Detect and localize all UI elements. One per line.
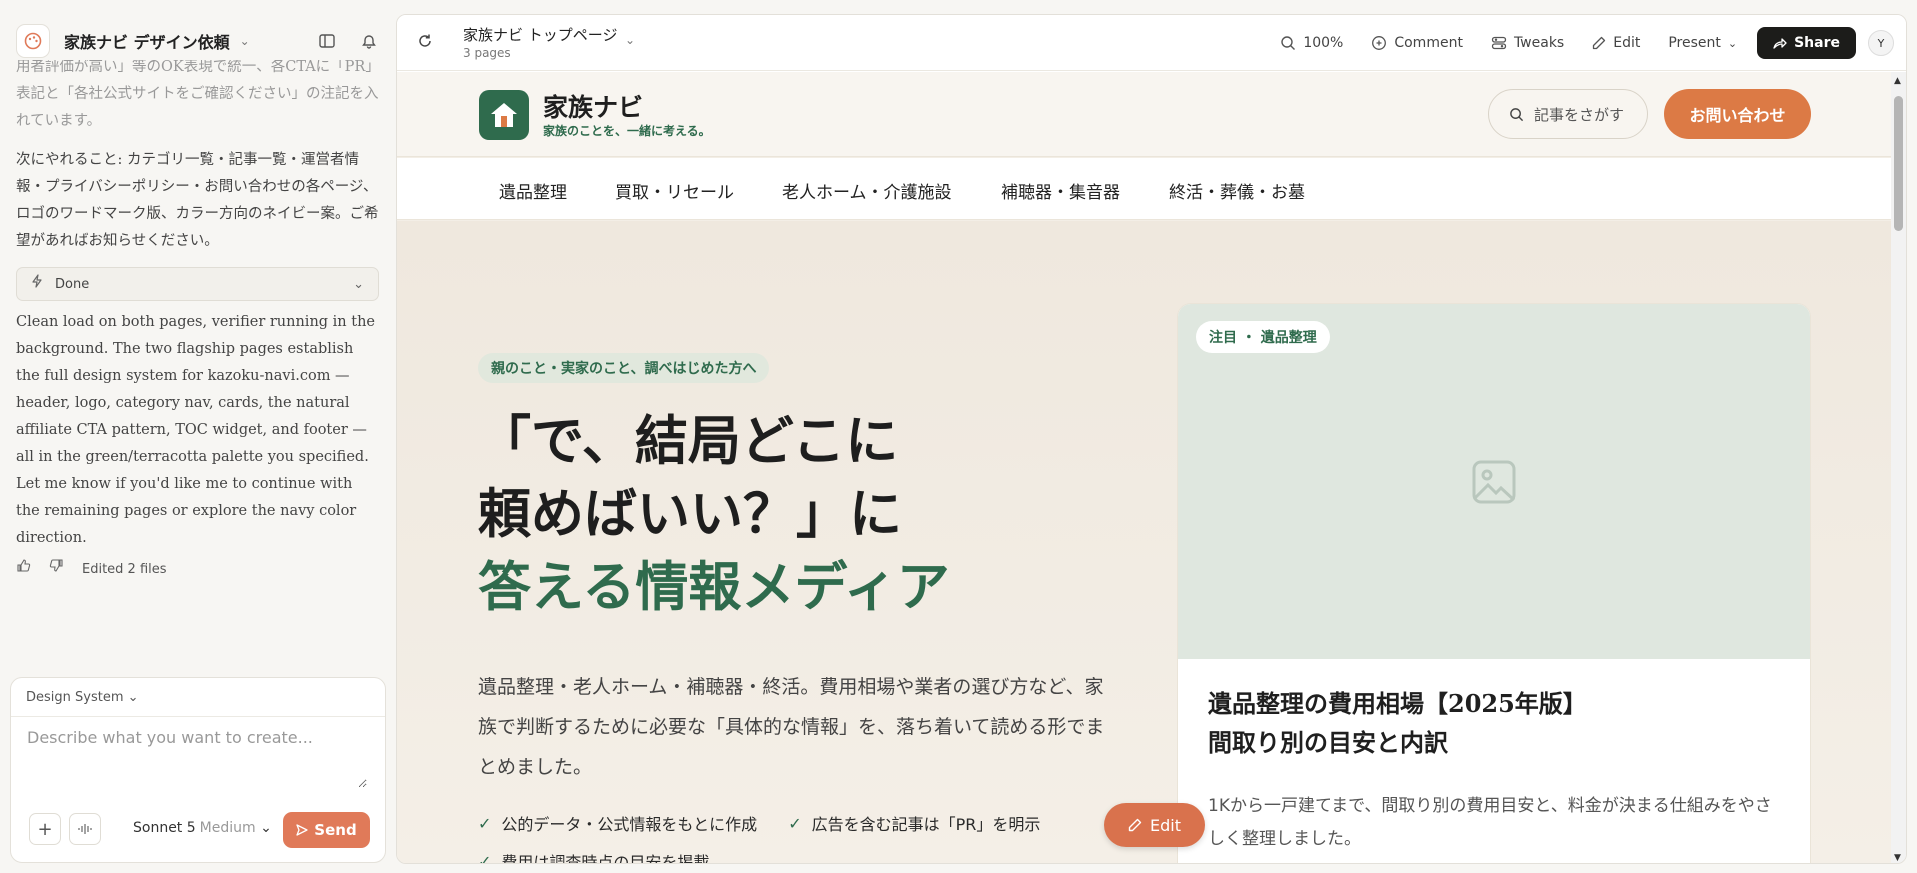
home-logo-icon[interactable] [479,90,529,140]
page-count: 3 pages [463,46,511,60]
composer: Design System ⌄ + Sonnet 5Medium ⌄ Send [10,677,386,863]
category-item[interactable]: 終活・葬儀・お墓 [1169,178,1305,203]
pencil-icon [1593,36,1606,50]
hero-section: 親のこと・実家のこと、調べはじめた方へ 「で、結局どこに 頼めばいい？」に 答え… [397,221,1893,864]
category-item[interactable]: 補聴器・集音器 [1001,178,1120,203]
featured-article-card[interactable]: 注目 ・ 遺品整理 遺品整理の費用相場【2025年版】 間取り別の目安と内訳 1… [1177,303,1811,863]
project-title[interactable]: 家族ナビ デザイン依頼 [64,29,230,53]
bolt-icon [31,271,43,298]
site-header: 家族ナビ 家族のことを、一緒に考える。 記事をさがす お問い合わせ [397,72,1893,157]
scroll-up-arrow-icon[interactable]: ▲ [1894,76,1901,86]
chat-message: 用者評価が高い」等のOK表現で統一、各CTAに「PR」表記と「各社公式サイトをご… [16,60,379,129]
sidebar-toggle-icon[interactable] [317,31,337,51]
search-icon [1510,107,1524,121]
hero-heading: 「で、結局どこに 頼めばいい？」に 答える情報メディア [478,410,950,618]
pencil-icon [1128,818,1142,832]
model-selector[interactable]: Sonnet 5 Medium ⌄ [133,820,272,836]
zoom-button[interactable]: 100% [1280,35,1343,51]
chat-history[interactable]: 用者評価が高い」等のOK表現で統一、各CTAに「PR」表記と「各社公式サイトをご… [16,60,379,620]
share-icon [1773,38,1787,49]
chat-message: 次にやれること: カテゴリ一覧・記事一覧・運営者情報・プライバシーポリシー・お問… [16,152,379,249]
site-logo-name[interactable]: 家族ナビ [543,88,643,124]
contact-button[interactable]: お問い合わせ [1664,89,1811,139]
add-attachment-button[interactable]: + [29,813,61,845]
chevron-down-icon[interactable]: ⌄ [625,33,635,47]
site-search-button[interactable]: 記事をさがす [1488,89,1648,139]
trust-checklist: ✓ 公的データ・公式情報をもとに作成 ✓ 広告を含む記事は「PR」を明示 ✓ 費用は調… [478,811,1098,864]
scrollbar-thumb[interactable] [1894,96,1903,231]
site-tagline: 家族のことを、一緒に考える。 [543,124,711,138]
share-button[interactable]: Share [1757,27,1856,59]
page-title[interactable]: 家族ナビ トップページ [463,24,617,45]
check-icon: ✓ [788,813,802,833]
check-item: ✓ 広告を含む記事は「PR」を明示 [788,813,1041,835]
tweaks-button[interactable]: Tweaks [1491,35,1564,51]
voice-input-button[interactable] [69,813,101,845]
chevron-down-icon[interactable]: ⌄ [240,34,250,48]
check-item: ✓ 費用は調査時点の目安を掲載 [478,849,709,864]
done-label: Done [55,276,90,292]
done-status-toggle[interactable]: Done ⌄ [16,267,379,301]
category-item[interactable]: 遺品整理 [499,178,567,203]
reload-icon[interactable] [417,33,433,53]
category-item[interactable]: 買取・リセール [615,178,734,203]
waveform-icon [78,824,92,834]
floating-edit-button[interactable]: Edit [1104,803,1205,847]
image-icon [1472,460,1516,503]
notification-icon[interactable] [359,31,379,51]
hero-lead: 遺品整理・老人ホーム・補聴器・終活。費用相場や業者の選び方など、家族で判断するた… [478,676,1105,778]
design-system-selector[interactable]: Design System ⌄ [26,690,139,705]
article-description: 1Kから一戸建てまで、間取り別の費用目安と、料金が決まる仕組みをやさしく整理しま… [1208,796,1772,849]
chat-message: Clean load on both pages, verifier runni… [16,314,376,546]
project-header: 家族ナビ デザイン依頼 ⌄ [16,24,379,58]
chevron-down-icon: ⌄ [353,276,364,292]
chat-panel: 家族ナビ デザイン依頼 ⌄ 用者評価が高い」等のOK表現で統一、各CTAに「PR… [0,0,395,873]
avatar[interactable]: Y [1868,30,1894,56]
thumbs-up-icon[interactable] [16,556,31,583]
site-preview[interactable]: 家族ナビ 家族のことを、一緒に考える。 記事をさがす お問い合わせ 遺品整理 買… [397,72,1893,864]
preview-toolbar: 家族ナビ トップページ 3 pages ⌄ 100% Comment Tweak… [397,15,1906,71]
thumbs-down-icon[interactable] [49,556,64,583]
check-icon: ✓ [478,851,492,864]
tweaks-icon [1491,36,1507,50]
edit-button[interactable]: Edit [1592,35,1640,51]
edited-files-link[interactable]: Edited 2 files [82,556,167,583]
prompt-input[interactable] [27,728,367,788]
present-button[interactable]: Present ⌄ [1668,35,1737,51]
preview-canvas: 家族ナビ トップページ 3 pages ⌄ 100% Comment Tweak… [396,14,1907,864]
send-button[interactable]: Send [283,812,370,848]
check-icon: ✓ [478,813,492,833]
article-image-placeholder [1178,304,1810,659]
article-title[interactable]: 遺品整理の費用相場【2025年版】 間取り別の目安と内訳 [1208,684,1587,762]
hero-eyebrow: 親のこと・実家のこと、調べはじめた方へ [478,353,770,383]
comment-button[interactable]: Comment [1371,35,1463,51]
comment-icon [1372,36,1387,50]
chevron-down-icon: ⌄ [1727,36,1738,50]
message-feedback: Edited 2 files [16,556,379,583]
category-item[interactable]: 老人ホーム・介護施設 [782,178,952,203]
send-icon [296,824,308,836]
scroll-down-arrow-icon[interactable]: ▼ [1894,853,1901,863]
search-icon [1281,36,1296,50]
article-badge: 注目 ・ 遺品整理 [1196,321,1330,353]
preview-scrollbar[interactable]: ▲ ▼ [1891,72,1906,863]
category-nav: 遺品整理 買取・リセール 老人ホーム・介護施設 補聴器・集音器 終活・葬儀・お墓 [397,158,1893,220]
palette-icon[interactable] [16,24,50,58]
check-item: ✓ 公的データ・公式情報をもとに作成 [478,813,758,835]
